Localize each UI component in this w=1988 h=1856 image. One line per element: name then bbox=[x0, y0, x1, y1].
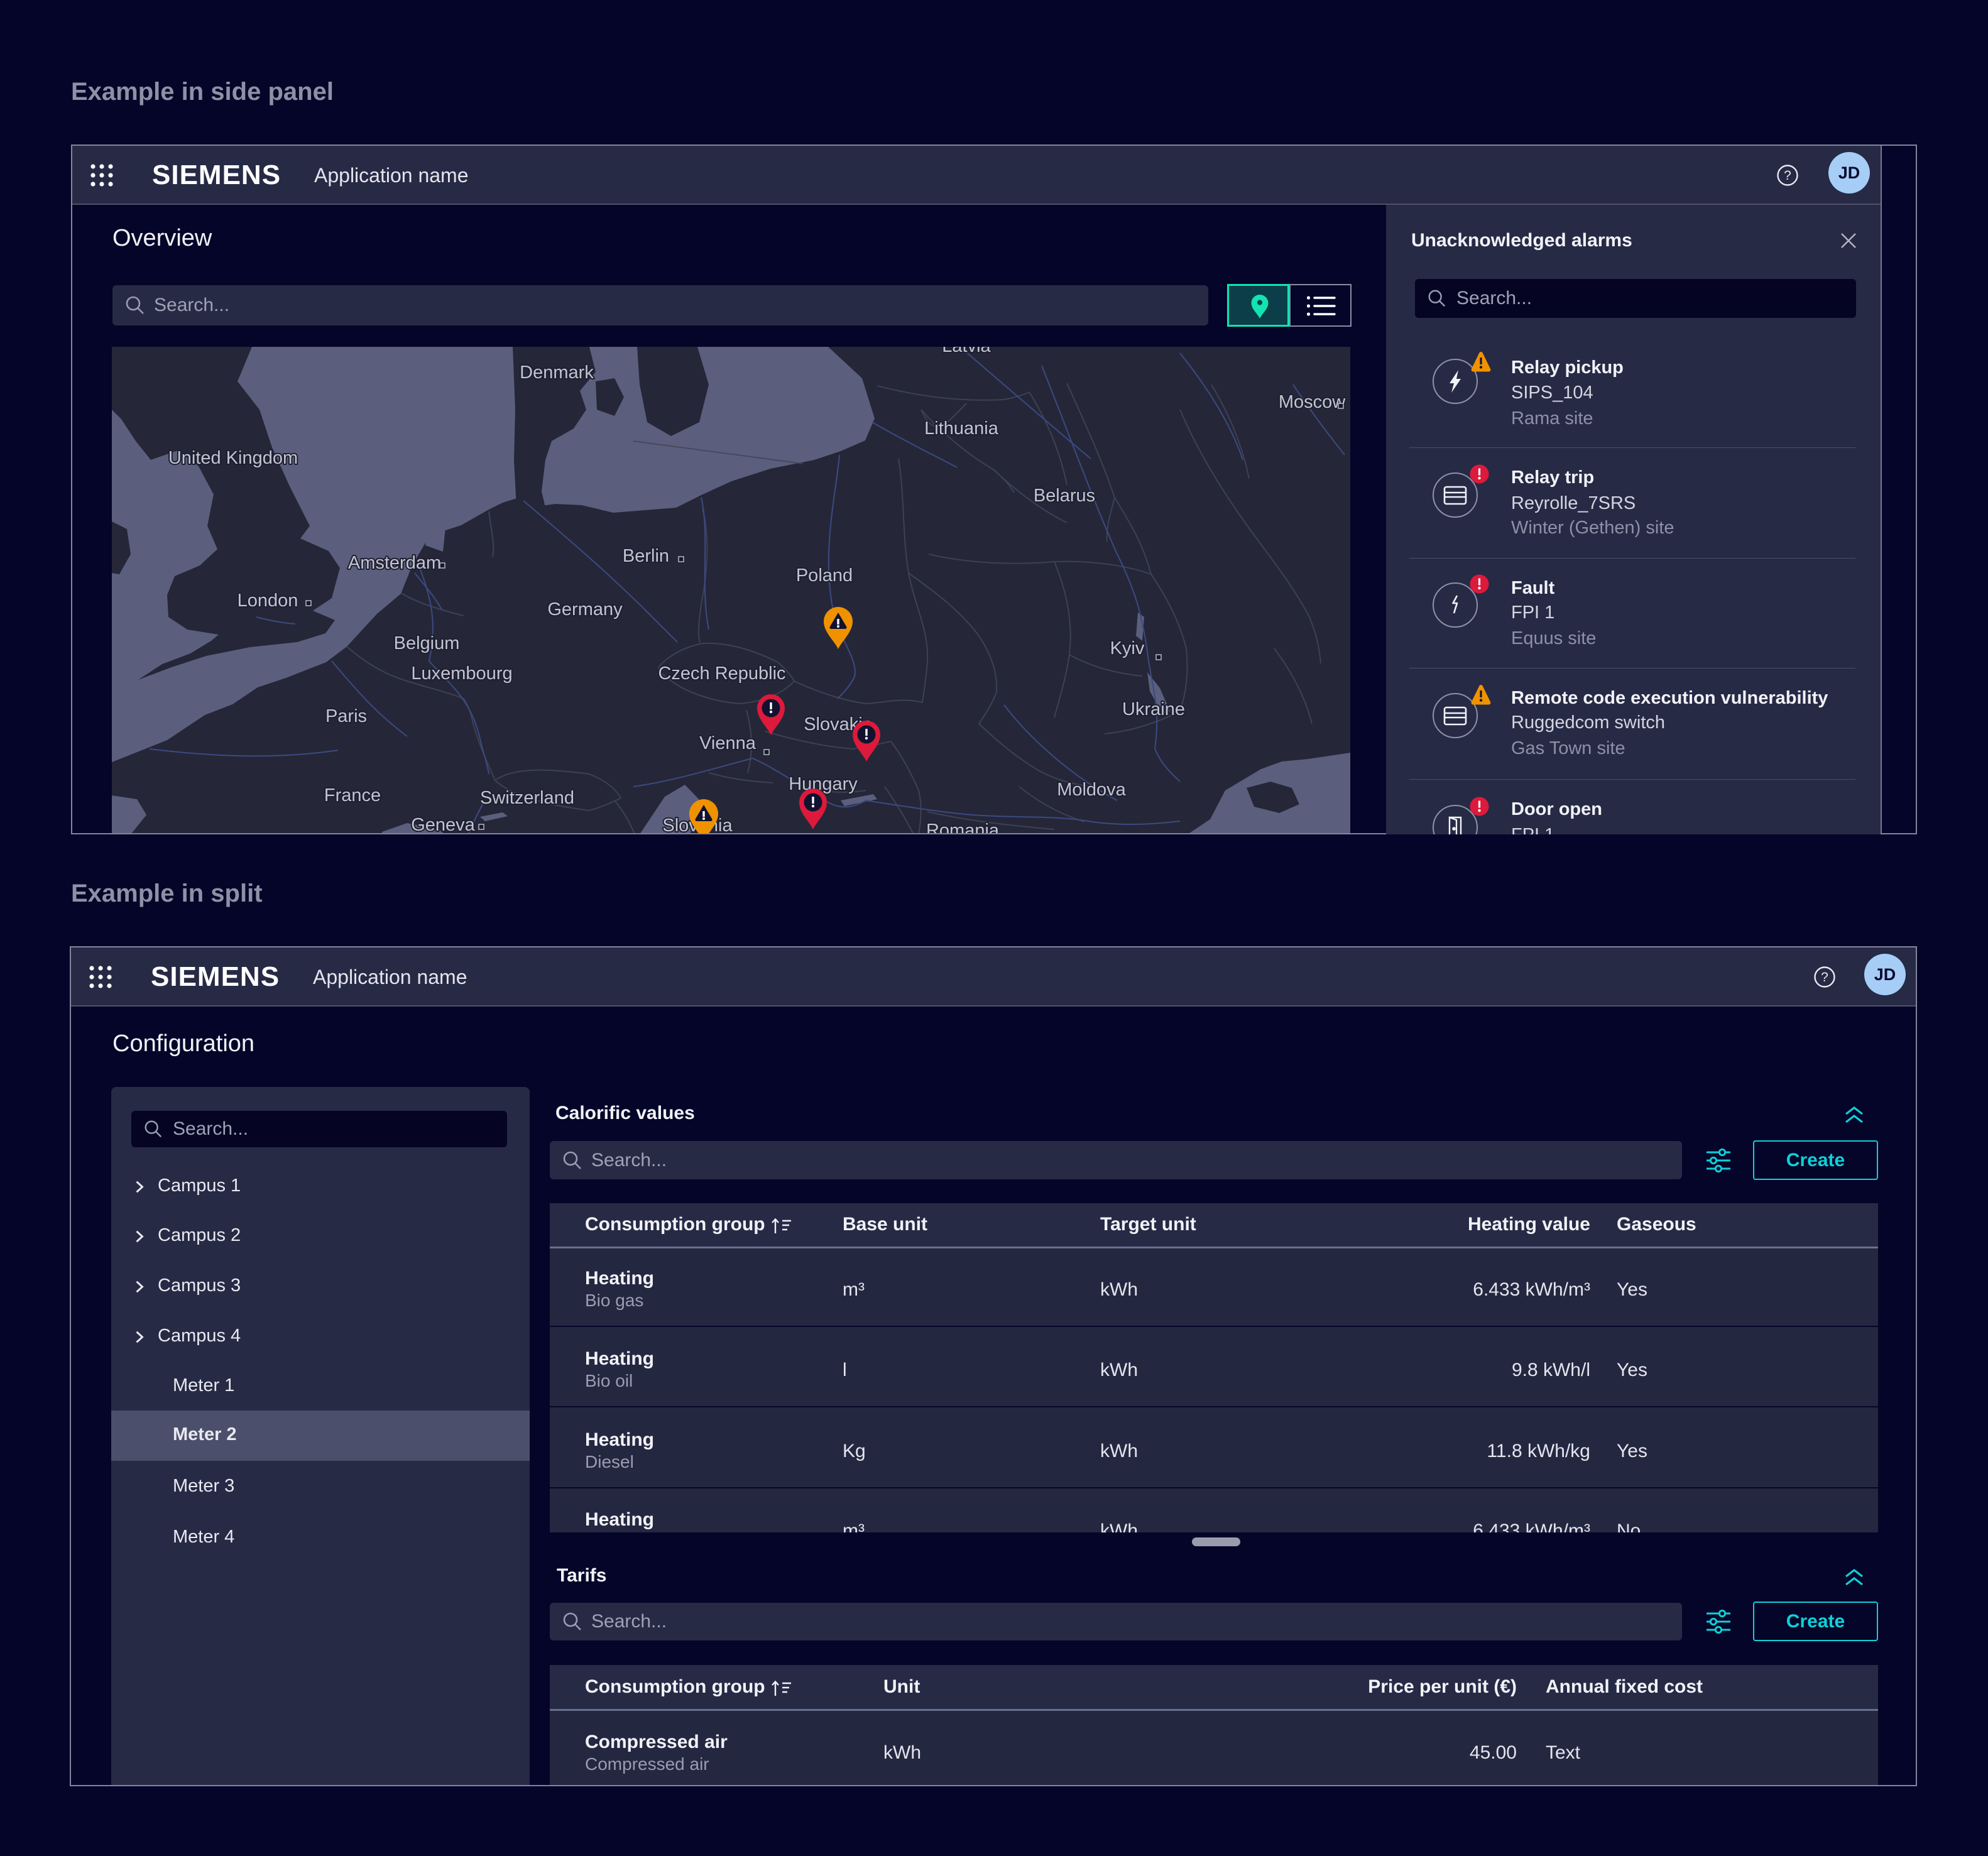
svg-text:Luxembourg: Luxembourg bbox=[411, 663, 512, 684]
svg-text:Romania: Romania bbox=[926, 821, 1000, 833]
svg-text:Amsterdam: Amsterdam bbox=[348, 553, 441, 573]
svg-text:Latvia: Latvia bbox=[942, 347, 991, 356]
svg-text:Moldova: Moldova bbox=[1057, 780, 1126, 800]
svg-text:Belgium: Belgium bbox=[394, 633, 460, 653]
svg-text:Lithuania: Lithuania bbox=[924, 418, 999, 439]
svg-text:Paris: Paris bbox=[325, 706, 367, 726]
svg-text:France: France bbox=[324, 785, 381, 805]
svg-text:?: ? bbox=[1821, 970, 1828, 985]
svg-text:Ukraine: Ukraine bbox=[1122, 699, 1185, 719]
svg-text:Berlin: Berlin bbox=[623, 546, 669, 566]
svg-text:Poland: Poland bbox=[796, 565, 853, 586]
svg-text:Geneva: Geneva bbox=[411, 815, 475, 833]
svg-text:Germany: Germany bbox=[547, 599, 623, 620]
svg-text:Belarus: Belarus bbox=[1034, 486, 1095, 506]
svg-text:Denmark: Denmark bbox=[520, 363, 594, 383]
svg-text:Vienna: Vienna bbox=[699, 733, 756, 753]
svg-text:Kyiv: Kyiv bbox=[1110, 638, 1145, 658]
svg-text:United Kingdom: United Kingdom bbox=[168, 448, 298, 468]
svg-text:Hungary: Hungary bbox=[789, 774, 858, 794]
svg-text:London: London bbox=[238, 591, 298, 611]
svg-text:Czech Republic: Czech Republic bbox=[658, 663, 785, 684]
svg-text:?: ? bbox=[1784, 168, 1791, 183]
svg-text:Moscow: Moscow bbox=[1279, 392, 1346, 412]
svg-text:Switzerland: Switzerland bbox=[480, 788, 574, 808]
